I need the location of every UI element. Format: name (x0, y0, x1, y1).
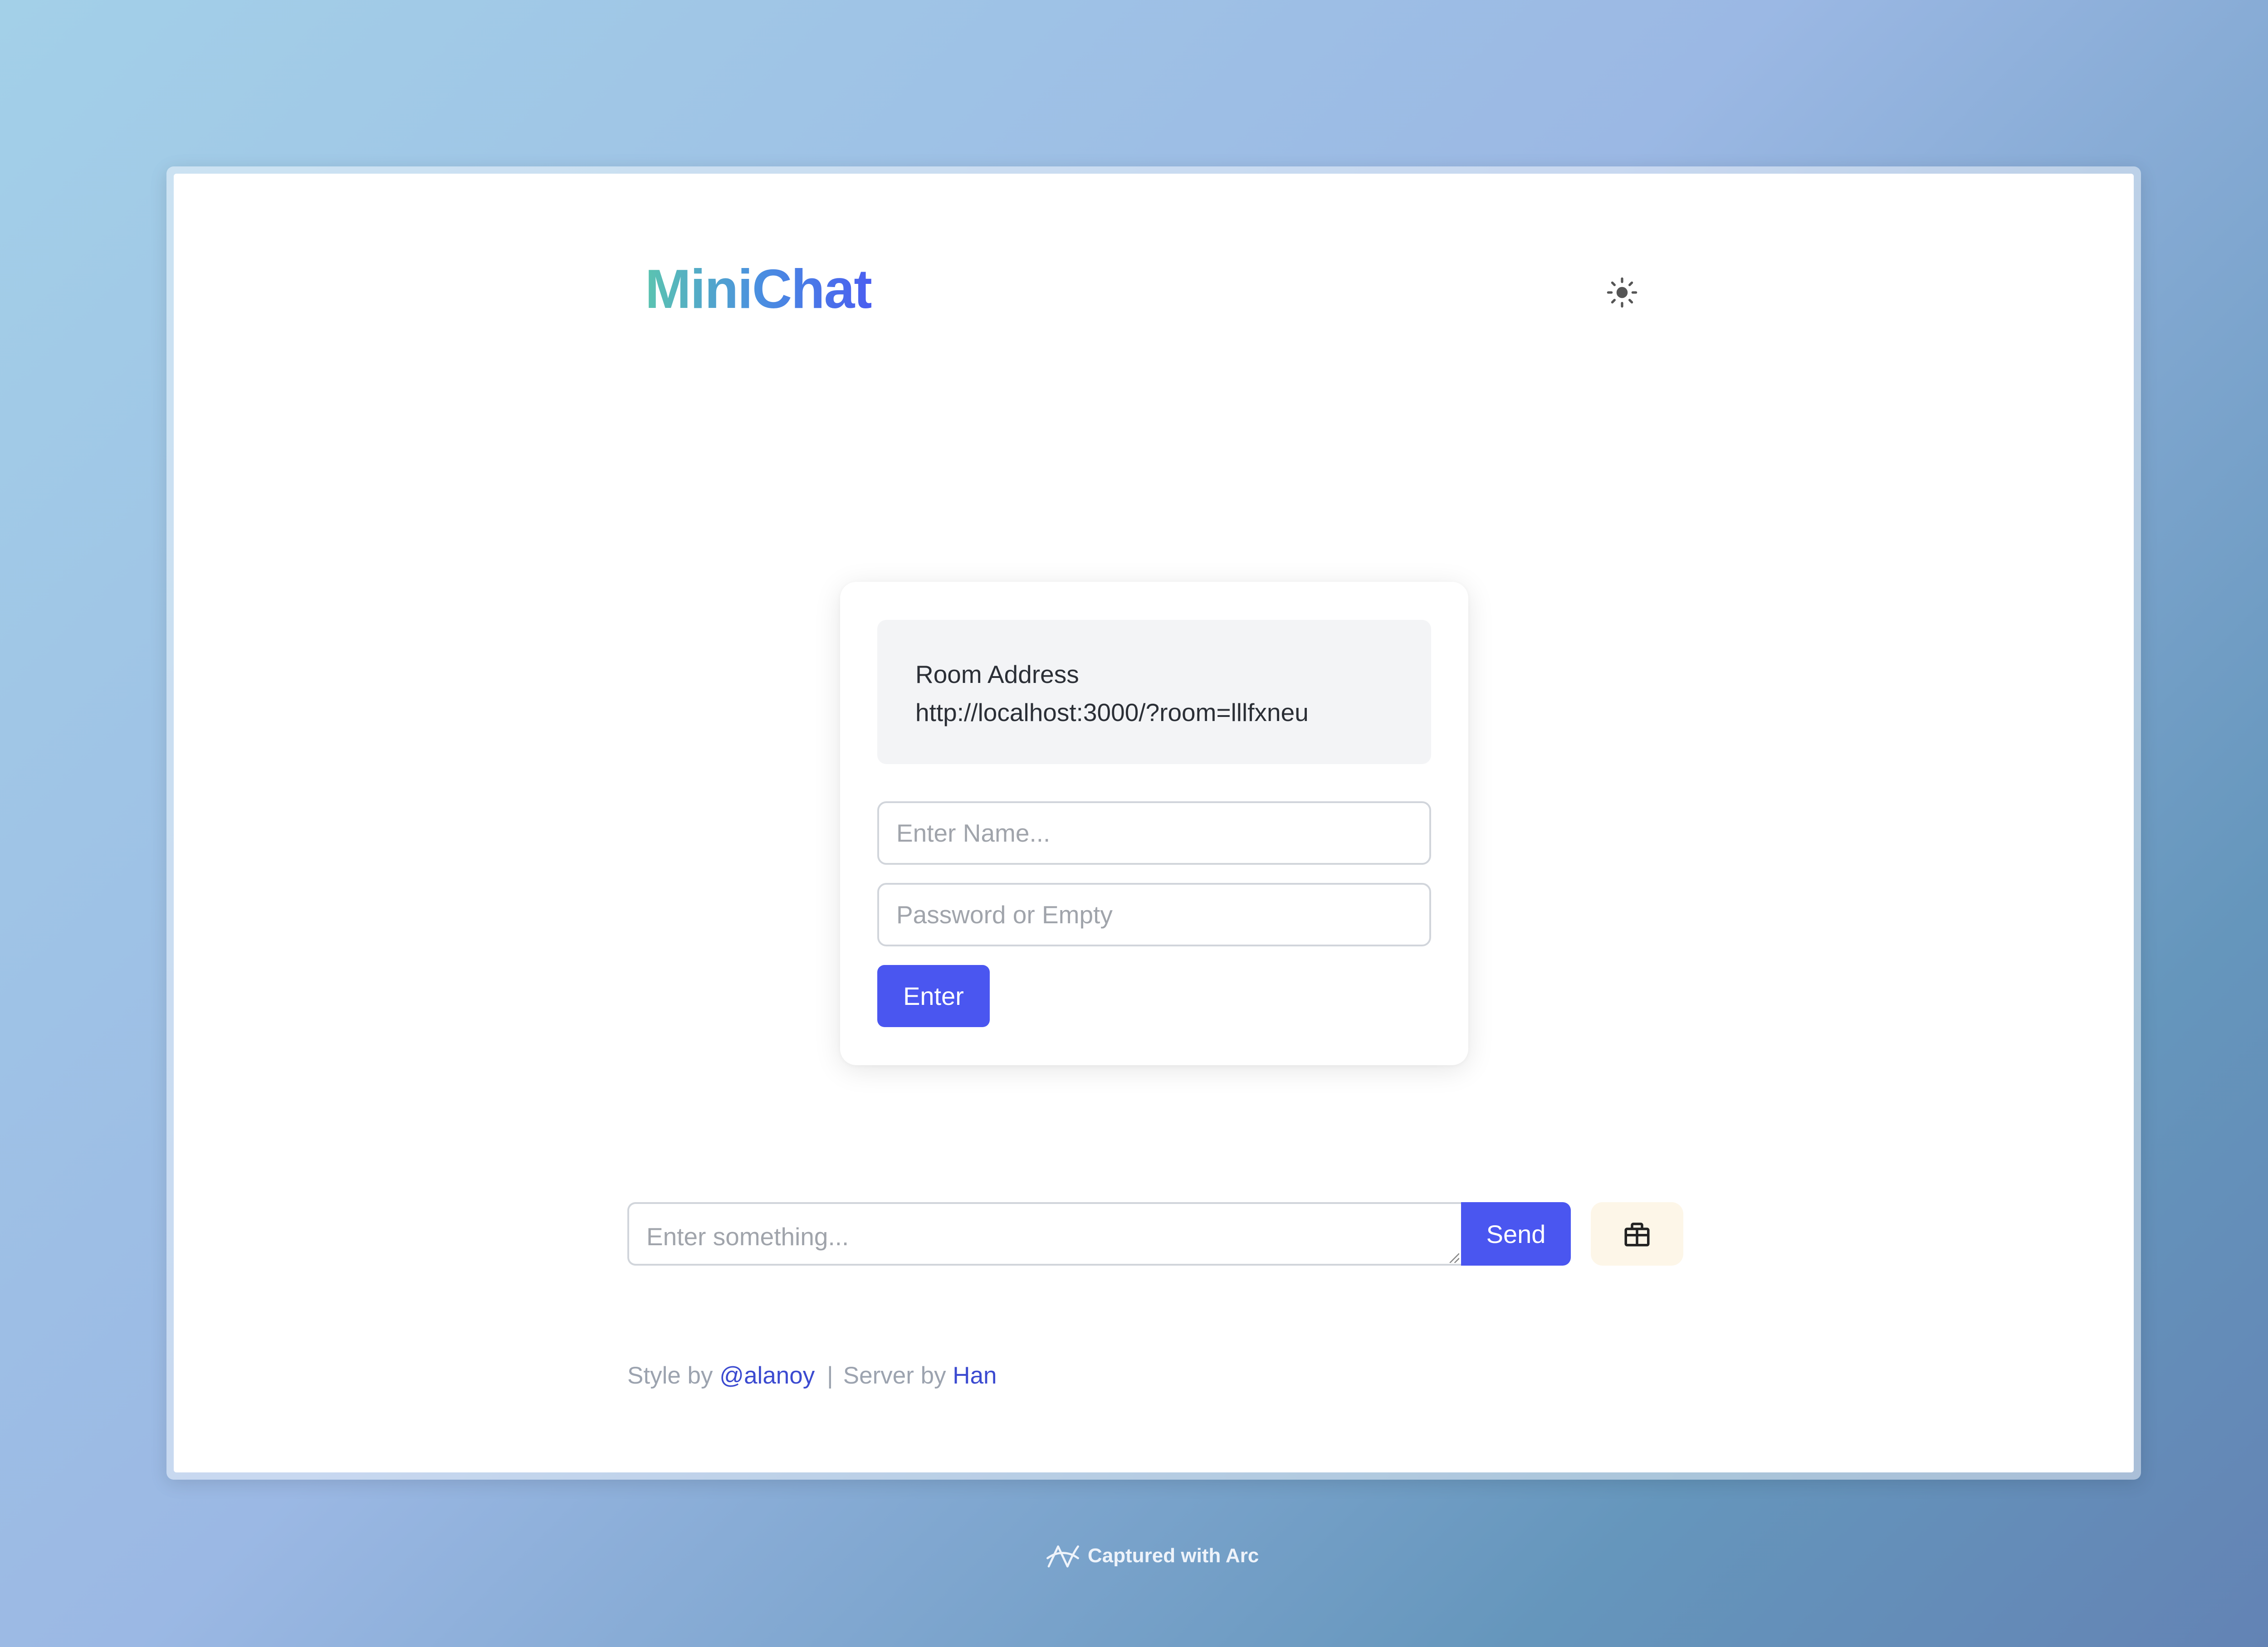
server-credit-prefix: Server by (843, 1362, 953, 1389)
name-input[interactable] (877, 801, 1431, 865)
browser-window: MiniChat Room Address http://localhost:3… (174, 174, 2134, 1472)
send-button[interactable]: Send (1461, 1202, 1571, 1266)
message-input[interactable] (627, 1202, 1461, 1266)
footer-credits: Style by @alanoy | Server by Han (627, 1362, 997, 1389)
style-credit-prefix: Style by (627, 1362, 720, 1389)
password-input[interactable] (877, 883, 1431, 946)
sun-icon (1607, 277, 1637, 308)
server-credit-link[interactable]: Han (953, 1362, 997, 1389)
gift-button[interactable] (1591, 1202, 1683, 1266)
join-room-card: Room Address http://localhost:3000/?room… (840, 582, 1468, 1065)
theme-toggle-button[interactable] (1604, 274, 1640, 311)
browser-window-frame: MiniChat Room Address http://localhost:3… (166, 166, 2141, 1480)
room-address-label: Room Address (915, 660, 1079, 688)
capture-caption: Captured with Arc (1045, 1542, 1259, 1570)
capture-caption-text: Captured with Arc (1088, 1545, 1259, 1567)
room-address-box: Room Address http://localhost:3000/?room… (877, 620, 1431, 764)
footer-separator: | (826, 1362, 833, 1389)
app-logo[interactable]: MiniChat (645, 256, 872, 322)
room-address-url: http://localhost:3000/?room=lllfxneu (915, 698, 1309, 726)
enter-button[interactable]: Enter (877, 965, 990, 1027)
gift-icon (1624, 1223, 1650, 1247)
arc-logo-icon (1046, 1545, 1079, 1568)
resize-handle-icon[interactable] (1447, 1251, 1459, 1263)
style-credit-link[interactable]: @alanoy (719, 1362, 815, 1389)
